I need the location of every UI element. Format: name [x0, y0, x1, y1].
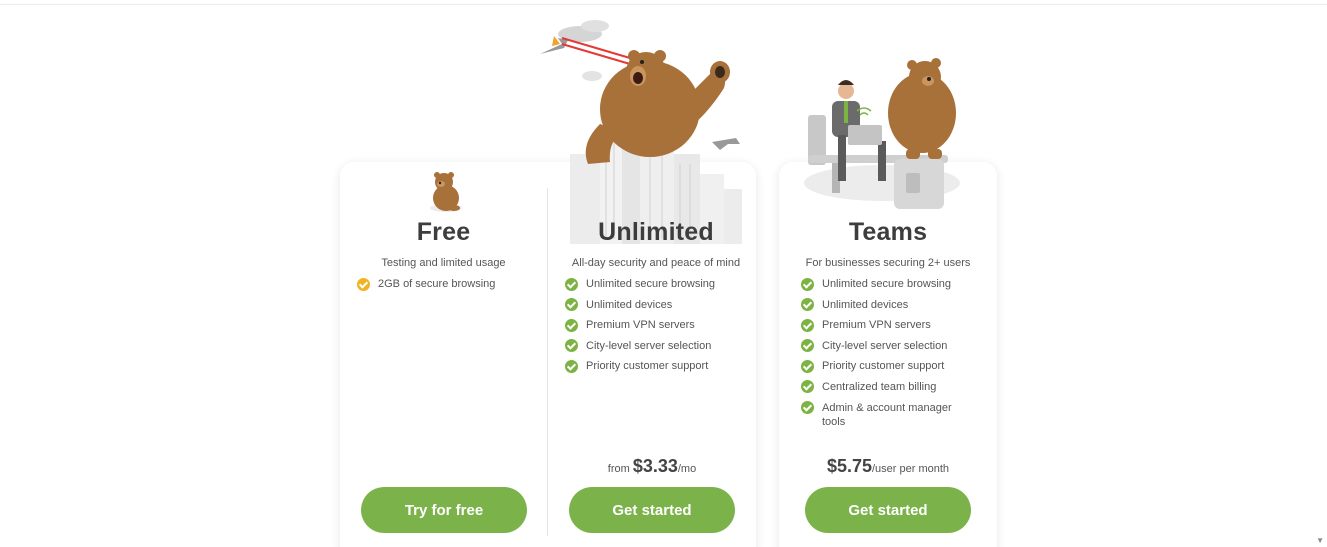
feature-label: 2GB of secure browsing — [378, 278, 496, 290]
plan-subtitle: Testing and limited usage — [381, 257, 506, 269]
check-circle-icon — [801, 277, 814, 291]
get-started-unlimited-button[interactable]: Get started — [569, 487, 735, 533]
price-amount: $5.75 — [826, 456, 872, 476]
price-suffix: /mo — [677, 463, 697, 475]
teams-bear-illustration — [804, 58, 960, 209]
plan-subtitle: For businesses securing 2+ users — [805, 257, 971, 269]
check-circle-icon — [565, 359, 578, 373]
feature-item: Unlimited devices — [801, 298, 981, 312]
plan-subtitle: All-day security and peace of mind — [571, 257, 741, 269]
feature-label: Unlimited devices — [586, 298, 673, 311]
price-unlimited: from $3.33/mo — [548, 456, 756, 477]
check-circle-icon — [565, 318, 578, 332]
price-teams: $5.75/user per month — [779, 456, 997, 477]
check-circle-icon — [801, 339, 814, 353]
price-amount: $3.33 — [632, 456, 678, 476]
feature-item: Unlimited secure browsing — [565, 277, 750, 291]
feature-item: Unlimited secure browsing — [801, 277, 981, 291]
feature-label: City-level server selection — [586, 339, 712, 352]
price-prefix: from — [607, 463, 633, 475]
feature-list-teams: Unlimited secure browsing Unlimited devi… — [801, 277, 981, 435]
feature-item: Centralized team billing — [801, 380, 981, 394]
feature-item: Unlimited devices — [565, 298, 750, 312]
feature-label: Admin & account manager tools — [822, 401, 952, 428]
feature-item: Priority customer support — [565, 359, 750, 373]
feature-label: Centralized team billing — [822, 380, 937, 393]
check-circle-icon — [801, 318, 814, 332]
feature-list-free: 2GB of secure browsing — [357, 277, 537, 298]
plan-title: Teams — [848, 218, 928, 246]
check-circle-icon — [801, 380, 814, 394]
price-suffix: /user per month — [872, 463, 950, 475]
check-circle-gold-icon — [357, 277, 370, 291]
feature-label: Priority customer support — [822, 360, 945, 373]
plan-title: Unlimited — [598, 218, 714, 246]
scroll-indicator-icon[interactable]: ▼ — [1316, 536, 1324, 545]
free-bear-illustration — [430, 172, 462, 212]
feature-item: Premium VPN servers — [565, 318, 750, 332]
plan-title: Free — [416, 218, 471, 246]
feature-label: Unlimited secure browsing — [822, 278, 951, 290]
check-circle-icon — [565, 339, 578, 353]
feature-item: Priority customer support — [801, 359, 981, 373]
feature-list-unlimited: Unlimited secure browsing Unlimited devi… — [565, 277, 750, 380]
feature-label: Premium VPN servers — [586, 319, 695, 332]
get-started-teams-button[interactable]: Get started — [805, 487, 971, 533]
feature-label: City-level server selection — [822, 339, 948, 352]
check-circle-icon — [565, 277, 578, 291]
check-circle-icon — [565, 298, 578, 312]
feature-label: Premium VPN servers — [822, 319, 931, 332]
check-circle-icon — [801, 401, 814, 415]
top-divider — [0, 4, 1327, 5]
plan-unlimited: Unlimited All-day security and peace of … — [548, 218, 764, 269]
feature-item: Admin & account manager tools — [801, 401, 966, 429]
unlimited-bear-illustration — [540, 20, 742, 244]
feature-item: City-level server selection — [801, 339, 981, 353]
pricing-page: Free Testing and limited usage 2GB of se… — [0, 0, 1327, 547]
feature-item: City-level server selection — [565, 339, 750, 353]
feature-label: Unlimited secure browsing — [586, 278, 715, 290]
plan-free: Free Testing and limited usage — [340, 218, 547, 269]
feature-label: Priority customer support — [586, 360, 709, 373]
feature-item: 2GB of secure browsing — [357, 277, 537, 291]
plan-teams: Teams For businesses securing 2+ users — [779, 218, 997, 269]
feature-label: Unlimited devices — [822, 298, 909, 311]
try-for-free-button[interactable]: Try for free — [361, 487, 527, 533]
check-circle-icon — [801, 298, 814, 312]
feature-item: Premium VPN servers — [801, 318, 981, 332]
check-circle-icon — [801, 359, 814, 373]
